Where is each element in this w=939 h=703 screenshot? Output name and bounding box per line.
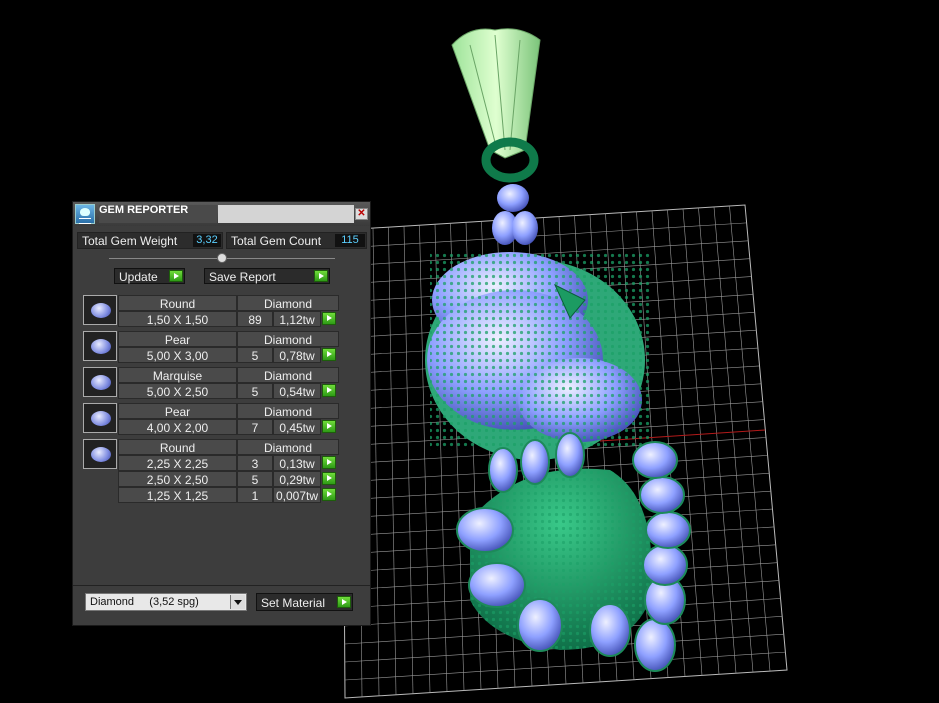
panel-title: GEM REPORTER [99, 205, 217, 223]
gem-total-weight: 0,13tw [273, 455, 321, 471]
set-material-label: Set Material [261, 596, 326, 610]
footer-divider [73, 585, 370, 586]
select-gems-arrow-icon[interactable] [322, 348, 336, 361]
gem-total-weight: 1,12tw [273, 311, 321, 327]
gem-material-label: Diamond [237, 439, 339, 455]
gem-count: 89 [237, 311, 273, 327]
gem-shape-label: Round [118, 439, 237, 455]
gem-count: 1 [237, 487, 273, 503]
gem-size: 1,50 X 1,50 [118, 311, 237, 327]
gem-total-weight: 0,29tw [273, 471, 321, 487]
select-gems-arrow-icon[interactable] [322, 420, 336, 433]
total-gem-count: Total Gem Count 115 [226, 232, 367, 249]
gem-total-weight: 0,78tw [273, 347, 321, 363]
gem-shape-icon [83, 295, 117, 325]
panel-titlebar[interactable]: GEM REPORTER ✕ [73, 202, 370, 226]
gem-shape-icon [83, 439, 117, 469]
gem-shape-label: Pear [118, 331, 237, 347]
gem-shape-icon [83, 367, 117, 397]
material-select[interactable]: Diamond (3,52 spg) [85, 593, 247, 611]
gem-material-label: Diamond [237, 295, 339, 311]
play-arrow-icon [169, 270, 183, 282]
gem-size: 1,25 X 1,25 [118, 487, 237, 503]
gem-shape-icon [83, 403, 117, 433]
select-gems-arrow-icon[interactable] [322, 456, 336, 469]
total-count-value: 115 [335, 234, 365, 247]
update-button[interactable]: Update [114, 268, 185, 284]
gem-material-label: Diamond [237, 331, 339, 347]
total-count-label: Total Gem Count [231, 234, 322, 248]
gem-shape-icon [83, 331, 117, 361]
gem-size: 4,00 X 2,00 [118, 419, 237, 435]
gem-shape-label: Marquise [118, 367, 237, 383]
select-gems-arrow-icon[interactable] [322, 472, 336, 485]
gem-count: 5 [237, 471, 273, 487]
update-label: Update [119, 270, 158, 284]
chevron-down-icon[interactable] [230, 595, 245, 609]
gem-size: 5,00 X 2,50 [118, 383, 237, 399]
total-gem-weight: Total Gem Weight 3,32 [77, 232, 223, 249]
gem-reporter-panel: GEM REPORTER ✕ Total Gem Weight 3,32 Tot… [72, 201, 371, 626]
play-arrow-icon [337, 596, 351, 608]
gem-count: 5 [237, 347, 273, 363]
gem-count: 3 [237, 455, 273, 471]
close-icon[interactable]: ✕ [355, 208, 368, 220]
gem-total-weight: 0,45tw [273, 419, 321, 435]
gem-count: 5 [237, 383, 273, 399]
select-gems-arrow-icon[interactable] [322, 384, 336, 397]
gem-material-label: Diamond [237, 403, 339, 419]
material-select-value: Diamond (3,52 spg) [90, 596, 199, 608]
gem-total-weight: 0,54tw [273, 383, 321, 399]
play-arrow-icon [314, 270, 328, 282]
select-gems-arrow-icon[interactable] [322, 488, 336, 501]
total-weight-label: Total Gem Weight [82, 234, 178, 248]
peacock-pendant[interactable] [425, 28, 691, 672]
save-report-label: Save Report [209, 270, 276, 284]
save-report-button[interactable]: Save Report [204, 268, 330, 284]
gem-size: 2,25 X 2,25 [118, 455, 237, 471]
total-weight-value: 3,32 [193, 234, 221, 247]
titlebar-drag-area[interactable] [218, 205, 354, 223]
gem-shape-label: Pear [118, 403, 237, 419]
select-gems-arrow-icon[interactable] [322, 312, 336, 325]
gem-shape-label: Round [118, 295, 237, 311]
set-material-button[interactable]: Set Material [256, 593, 353, 611]
gem-count: 7 [237, 419, 273, 435]
gem-total-weight: 0,007tw [273, 487, 321, 503]
gem-size: 5,00 X 3,00 [118, 347, 237, 363]
slider-handle[interactable] [217, 253, 227, 263]
gem-material-label: Diamond [237, 367, 339, 383]
gem-size: 2,50 X 2,50 [118, 471, 237, 487]
gem-reporter-logo-icon [75, 204, 95, 224]
